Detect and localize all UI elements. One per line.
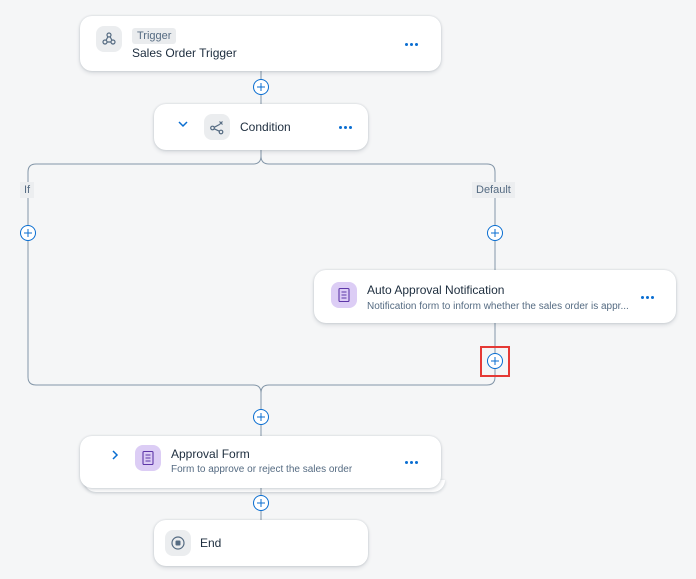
- more-dot: [645, 295, 649, 299]
- trigger-tag: Trigger: [132, 28, 177, 44]
- workflow-canvas: Trigger Sales Order Trigger Condition If…: [0, 0, 696, 579]
- approval-form-card[interactable]: Approval Form Form to approve or reject …: [80, 436, 445, 492]
- auto-approval-notification-card[interactable]: Auto Approval Notification Notification …: [314, 270, 676, 323]
- more-dot: [650, 295, 654, 299]
- condition-icon: [204, 114, 230, 140]
- auto-approval-more-button[interactable]: [636, 290, 658, 304]
- end-title: End: [200, 536, 222, 550]
- more-dot: [414, 42, 418, 46]
- chevron-down-icon[interactable]: [176, 117, 190, 131]
- add-step-button-default-branch[interactable]: [487, 225, 503, 241]
- condition-card[interactable]: Condition: [154, 104, 368, 150]
- auto-approval-subtitle: Notification form to inform whether the …: [367, 301, 629, 312]
- stop-icon: [165, 530, 191, 556]
- more-dot: [343, 125, 347, 129]
- end-card[interactable]: End: [154, 520, 368, 566]
- more-dot: [414, 460, 418, 464]
- auto-approval-title: Auto Approval Notification: [367, 283, 505, 297]
- condition-more-button[interactable]: [334, 120, 356, 134]
- trigger-more-button[interactable]: [400, 37, 422, 51]
- trigger-icon: [96, 26, 122, 52]
- condition-title: Condition: [240, 120, 291, 134]
- more-dot: [404, 460, 408, 464]
- more-dot: [338, 125, 342, 129]
- add-step-button-after-trigger[interactable]: [253, 79, 269, 95]
- more-dot: [348, 125, 352, 129]
- trigger-card[interactable]: Trigger Sales Order Trigger: [80, 16, 441, 71]
- approval-form-title: Approval Form: [171, 447, 250, 461]
- add-step-button-after-auto-approval[interactable]: [487, 353, 503, 369]
- default-branch-label: Default: [472, 182, 515, 198]
- form-icon: [135, 445, 161, 471]
- add-step-button-after-merge[interactable]: [253, 409, 269, 425]
- more-dot: [409, 42, 413, 46]
- add-step-button-before-end[interactable]: [253, 495, 269, 511]
- more-dot: [404, 42, 408, 46]
- more-dot: [640, 295, 644, 299]
- chevron-right-icon[interactable]: [108, 448, 122, 462]
- approval-form-more-button[interactable]: [400, 455, 422, 469]
- trigger-title: Sales Order Trigger: [132, 46, 237, 60]
- if-branch-label: If: [20, 182, 35, 198]
- add-step-button-if-branch[interactable]: [20, 225, 36, 241]
- approval-form-subtitle: Form to approve or reject the sales orde…: [171, 464, 353, 475]
- more-dot: [409, 460, 413, 464]
- form-icon: [331, 282, 357, 308]
